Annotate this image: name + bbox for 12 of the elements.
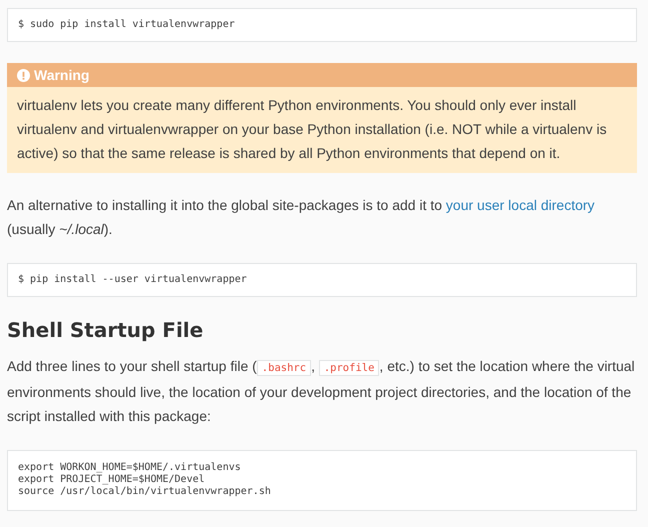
exclamation-icon: [17, 68, 30, 82]
code-block: $ sudo pip install virtualenvwrapper: [7, 8, 637, 42]
inline-code: .profile: [318, 360, 380, 376]
inline-code: .bashrc: [256, 360, 312, 376]
warning-text: virtualenv lets you create many different Python environments. You should only ever install virtualenv and virtualenvwrapper on your base Python installation (i.e. NOT while a virtualenv is active) so that the same release is shared by all Python environments that depend on it.: [16, 96, 608, 163]
section-heading: Shell Startup File: [7, 318, 204, 342]
code-block: $ pip install --user virtualenvwrapper: [7, 263, 637, 297]
paragraph: Add three lines to your shell startup file ( .bashrc , .profile , etc.) to set the location where the virtual environments should live, the location of your development project directories, and the location of the script installed with this package:: [7, 357, 636, 426]
code-block: export WORKON_HOME=$HOME/.virtualenvs export PROJECT_HOME=$HOME/Devel source /usr/local/bin/virtualenvwrapper.sh: [7, 450, 637, 511]
paragraph: An alternative to installing it into the global site-packages is to add it to your user local directory (usually ~/.local).: [7, 196, 596, 239]
warning-title: Warning: [34, 67, 90, 83]
link[interactable]: your user local directory: [446, 197, 595, 213]
